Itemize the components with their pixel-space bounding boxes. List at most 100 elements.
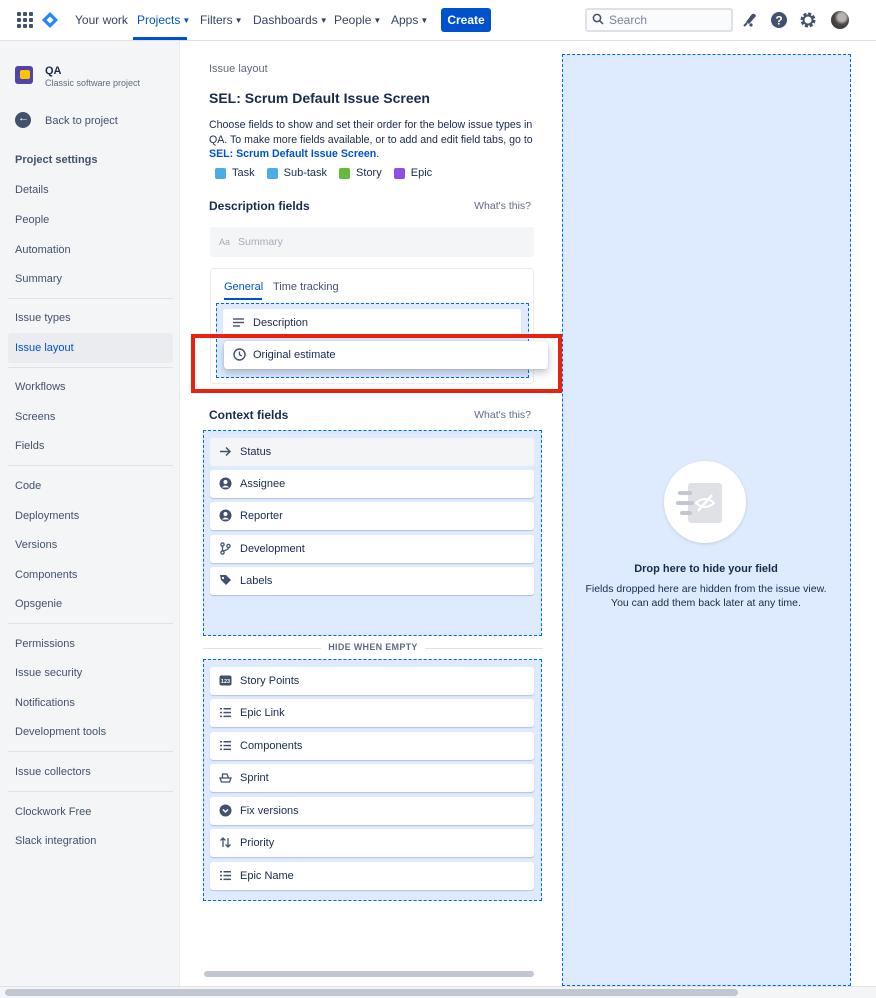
chevron-circle-icon	[219, 804, 232, 817]
field-reporter[interactable]: Reporter	[210, 502, 534, 530]
sub-task-icon	[266, 167, 278, 179]
issue-types-list: Task Sub-task Story Epic	[215, 167, 432, 179]
field-epic-link[interactable]: Epic Link	[210, 699, 534, 727]
chevron-down-icon: ▼	[319, 16, 328, 25]
hide-zone-description: Fields dropped here are hidden from the …	[585, 583, 827, 609]
hide-when-empty-dropzone[interactable]: 123 Story Points Epic Link Components Sp…	[203, 659, 542, 901]
list-icon	[220, 708, 231, 718]
notifications-icon[interactable]	[740, 10, 760, 30]
sidebar-item-summary[interactable]: Summary	[8, 264, 173, 294]
svg-text:?: ?	[775, 14, 782, 28]
sidebar-item-issue-security[interactable]: Issue security	[8, 658, 173, 688]
search-input[interactable]: Search	[585, 8, 733, 32]
hide-when-empty-label: HIDE WHEN EMPTY	[203, 642, 543, 652]
nav-people[interactable]: People ▼	[334, 13, 381, 27]
sidebar-section-title: Project settings	[15, 154, 98, 166]
hide-field-dropzone[interactable]: Drop here to hide your field Fields drop…	[562, 54, 851, 986]
field-labels[interactable]: Labels	[210, 567, 534, 595]
sidebar-item-details[interactable]: Details	[8, 175, 173, 205]
divider	[8, 367, 173, 368]
back-to-project-link[interactable]: Back to project	[45, 115, 118, 127]
description-icon	[233, 318, 244, 327]
page-description: Choose fields to show and set their orde…	[209, 119, 533, 160]
user-avatar-icon	[219, 477, 232, 490]
sidebar-item-slack-integration[interactable]: Slack integration	[8, 826, 173, 856]
tab-general[interactable]: General	[224, 281, 263, 293]
hide-zone-title: Drop here to hide your field	[634, 563, 778, 575]
settings-icon[interactable]	[798, 10, 818, 30]
breadcrumb[interactable]: Issue layout	[209, 63, 268, 75]
svg-text:123: 123	[221, 679, 230, 685]
field-priority[interactable]: Priority	[210, 829, 534, 857]
number-field-icon: 123	[219, 675, 232, 686]
field-fix-versions[interactable]: Fix versions	[210, 797, 534, 825]
help-icon[interactable]: ?	[769, 10, 789, 30]
nav-apps[interactable]: Apps ▼	[391, 13, 428, 27]
field-description[interactable]: Description	[223, 309, 521, 337]
whats-this-link[interactable]: What's this?	[474, 200, 531, 212]
field-epic-name[interactable]: Epic Name	[210, 862, 534, 890]
nav-dashboards[interactable]: Dashboards ▼	[253, 13, 328, 27]
page-horizontal-scrollbar[interactable]	[0, 986, 876, 998]
sidebar-item-code[interactable]: Code	[8, 471, 173, 501]
avatar[interactable]	[831, 11, 849, 29]
field-components[interactable]: Components	[210, 732, 534, 760]
eye-slash-icon	[676, 483, 722, 523]
nav-filters[interactable]: Filters ▼	[200, 13, 243, 27]
screen-link[interactable]: SEL: Scrum Default Issue Screen	[209, 148, 376, 160]
scrollbar-thumb[interactable]	[5, 989, 738, 996]
context-fields-dropzone[interactable]: Status Assignee Reporter Development Lab…	[203, 430, 542, 636]
sidebar-item-issue-collectors[interactable]: Issue collectors	[8, 757, 173, 787]
chevron-down-icon: ▼	[420, 16, 429, 25]
story-icon	[339, 167, 351, 179]
sidebar-item-clockwork-free[interactable]: Clockwork Free	[8, 797, 173, 827]
text-field-icon: Aa	[219, 237, 231, 247]
arrow-right-icon	[220, 446, 232, 457]
issue-layout-main: Issue layout SEL: Scrum Default Issue Sc…	[181, 41, 561, 986]
search-icon	[592, 13, 604, 25]
field-status[interactable]: Status	[210, 438, 534, 466]
tab-time-tracking[interactable]: Time tracking	[273, 281, 339, 293]
app-switcher-icon[interactable]	[17, 12, 33, 28]
list-icon	[220, 871, 231, 881]
sidebar-item-permissions[interactable]: Permissions	[8, 629, 173, 659]
description-fields-title: Description fields	[209, 199, 310, 213]
sidebar-item-notifications[interactable]: Notifications	[8, 688, 173, 718]
horizontal-scrollbar[interactable]	[204, 971, 534, 977]
issue-type-sub-task: Sub-task	[266, 167, 327, 179]
sidebar-item-people[interactable]: People	[8, 205, 173, 235]
chevron-down-icon: ▼	[182, 16, 191, 25]
sidebar-item-automation[interactable]: Automation	[8, 235, 173, 265]
project-type: Classic software project	[45, 78, 141, 88]
nav-projects[interactable]: Projects ▼	[137, 13, 190, 27]
clock-icon	[233, 348, 246, 361]
page-title: SEL: Scrum Default Issue Screen	[209, 90, 430, 106]
field-story-points[interactable]: 123 Story Points	[210, 667, 534, 695]
field-original-estimate[interactable]: Original estimate	[224, 341, 548, 369]
field-assignee[interactable]: Assignee	[210, 470, 534, 498]
sidebar-item-screens[interactable]: Screens	[8, 402, 173, 432]
project-settings-sidebar: QA Classic software project Back to proj…	[0, 41, 180, 986]
sidebar-item-deployments[interactable]: Deployments	[8, 501, 173, 531]
jira-logo-icon[interactable]	[41, 11, 59, 29]
sidebar-item-versions[interactable]: Versions	[8, 530, 173, 560]
create-button[interactable]: Create	[441, 8, 491, 32]
chevron-down-icon: ▼	[373, 16, 382, 25]
sidebar-item-components[interactable]: Components	[8, 560, 173, 590]
arrow-left-icon[interactable]	[15, 112, 31, 128]
sidebar-item-workflows[interactable]: Workflows	[8, 372, 173, 402]
sidebar-item-development-tools[interactable]: Development tools	[8, 717, 173, 747]
sidebar-item-opsgenie[interactable]: Opsgenie	[8, 589, 173, 619]
sidebar-item-fields[interactable]: Fields	[8, 431, 173, 461]
whats-this-link[interactable]: What's this?	[474, 409, 531, 421]
field-development[interactable]: Development	[210, 535, 534, 563]
sprint-icon	[219, 773, 232, 783]
field-sprint[interactable]: Sprint	[210, 764, 534, 792]
sidebar-item-issue-types[interactable]: Issue types	[8, 303, 173, 333]
priority-icon	[220, 837, 231, 848]
nav-your-work[interactable]: Your work	[75, 13, 128, 27]
divider	[8, 298, 173, 299]
sidebar-item-issue-layout[interactable]: Issue layout	[8, 333, 173, 363]
epic-icon	[393, 167, 405, 179]
divider	[8, 751, 173, 752]
